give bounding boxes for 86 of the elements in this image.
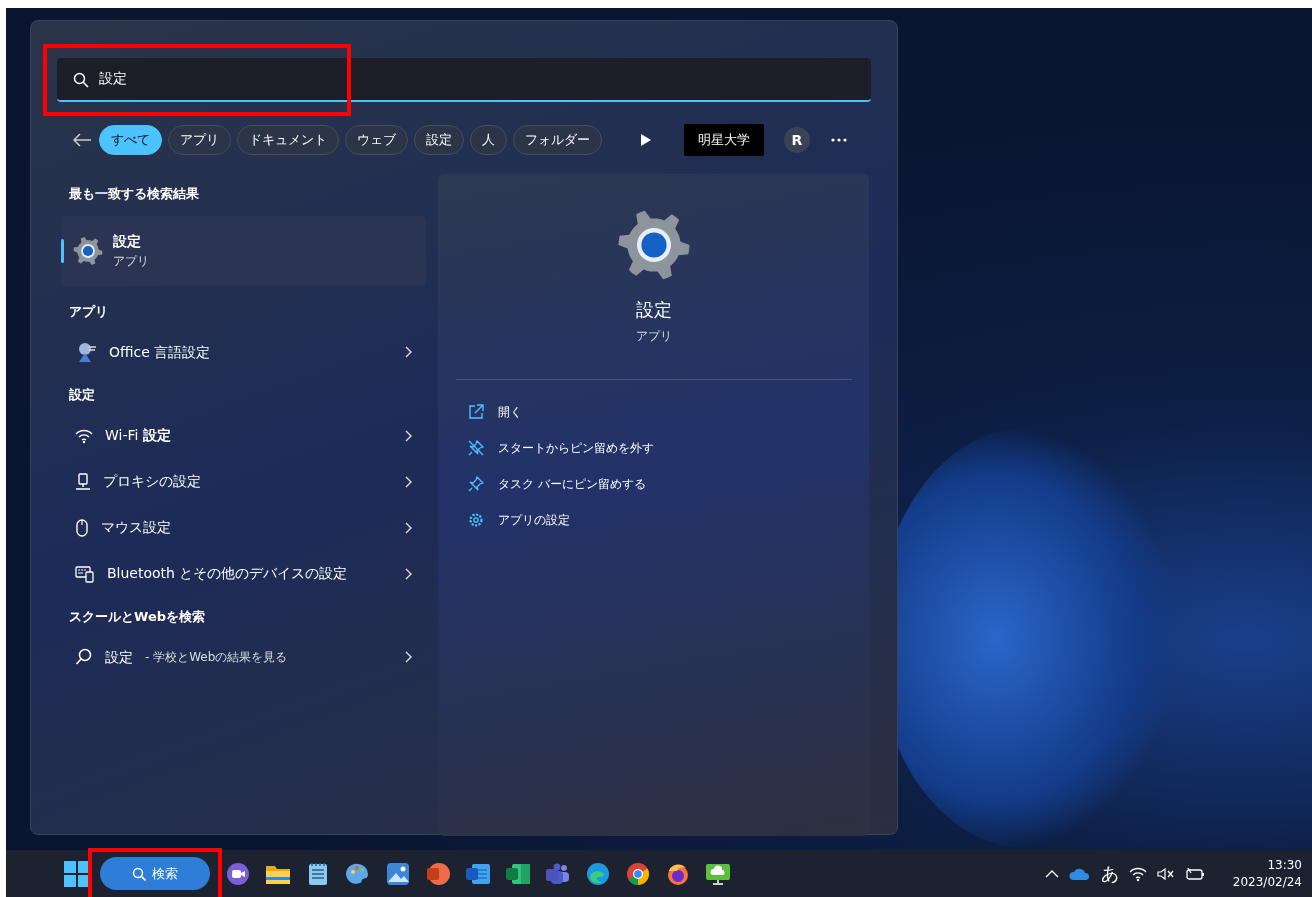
taskbar-search-button[interactable]: 検索 (100, 857, 210, 890)
action-link[interactable]: アプリの設定 (438, 502, 869, 538)
clock-date: 2023/02/24 (1232, 873, 1302, 890)
filter-tab[interactable]: アプリ (168, 125, 231, 155)
mouse-icon (75, 518, 89, 537)
notepad-icon[interactable] (308, 861, 328, 886)
result-label: プロキシの設定 (103, 472, 202, 491)
back-arrow-icon[interactable] (71, 132, 93, 148)
fox-browser-icon[interactable] (666, 861, 690, 886)
chevron-right-icon (404, 475, 412, 488)
gear-icon (73, 235, 103, 266)
detail-title: 設定 (635, 298, 672, 322)
action-label: 開く (498, 404, 522, 421)
circle-browser-icon[interactable] (626, 861, 650, 886)
section-heading: 最も一致する検索結果 (68, 185, 200, 203)
chevron-right-icon (404, 567, 412, 580)
result-subtitle: アプリ (113, 253, 149, 270)
spreadsheet-app-icon[interactable] (505, 861, 531, 886)
action-label: アプリの設定 (498, 512, 570, 529)
section-heading: アプリ (68, 302, 109, 321)
search-field[interactable]: 設定 (57, 58, 871, 102)
action-label: スタートからピン留めを外す (498, 440, 654, 457)
filter-tab[interactable]: ドキュメント (237, 125, 339, 155)
chevron-right-icon (404, 429, 412, 442)
clock-time: 13:30 (1266, 857, 1302, 874)
organization-badge[interactable]: 明星大学 (684, 124, 764, 156)
result-label: Bluetooth とその他のデバイスの設定 (107, 564, 349, 583)
best-match-result[interactable]: 設定 アプリ (61, 215, 426, 286)
gear-icon (468, 512, 484, 528)
pin-crossed-icon (468, 440, 484, 456)
result-hint: - 学校とWebの結果を見る (145, 649, 289, 666)
clock[interactable]: 13:30 2023/02/24 (1232, 857, 1302, 890)
filter-tab[interactable]: すべて (99, 125, 162, 155)
palette-icon[interactable] (346, 861, 370, 886)
wifi-icon[interactable] (1128, 865, 1147, 882)
chevron-right-icon (404, 651, 412, 663)
document-app-icon[interactable] (465, 861, 491, 886)
wifi-icon (75, 427, 93, 444)
search-result[interactable]: 設定 - 学校とWebの結果を見る (61, 634, 426, 680)
result-label: Office 言語設定 (109, 342, 212, 362)
start-icon[interactable] (64, 860, 90, 887)
gear-icon (616, 208, 691, 282)
people-app-icon[interactable] (545, 861, 571, 886)
search-result[interactable]: Office 言語設定 (61, 329, 426, 375)
section-heading: 設定 (68, 386, 96, 404)
search-icon (132, 866, 146, 881)
keyboard-phone-icon (75, 564, 95, 583)
result-label: Wi-Fi 設定 (105, 426, 172, 445)
search-icon (73, 72, 89, 88)
search-result[interactable]: Wi-Fi 設定 (61, 412, 426, 459)
chevron-up-icon[interactable] (1044, 869, 1059, 878)
filter-tab[interactable]: 人 (470, 125, 507, 155)
action-link[interactable]: タスク バーにピン留めする (438, 466, 869, 502)
search-result[interactable]: マウス設定 (61, 504, 426, 551)
action-link[interactable]: 開く (438, 394, 869, 430)
filter-tab[interactable]: 設定 (414, 125, 464, 155)
speaker-muted-icon[interactable] (1156, 866, 1175, 881)
detail-subtitle: アプリ (635, 328, 672, 345)
filter-tab[interactable]: フォルダー (513, 125, 602, 155)
presentation-app-icon[interactable] (425, 861, 451, 886)
result-title: 設定 (113, 232, 142, 251)
selection-indicator (61, 238, 64, 263)
cloud-icon[interactable] (1068, 867, 1091, 880)
result-label: マウス設定 (101, 518, 172, 537)
chevron-right-icon (404, 521, 412, 534)
chevron-right-icon (404, 346, 412, 358)
more-icon[interactable] (830, 137, 848, 143)
search-result[interactable]: プロキシの設定 (61, 458, 426, 505)
monitor-cloud-icon[interactable] (705, 861, 731, 886)
play-icon[interactable] (638, 133, 652, 147)
video-chat-icon[interactable] (226, 861, 250, 886)
photo-icon[interactable] (386, 861, 410, 886)
ime-indicator[interactable]: あ (1100, 860, 1119, 887)
monitor-stand-icon (75, 472, 91, 491)
account-avatar[interactable]: R (784, 127, 810, 153)
pin-icon (468, 476, 484, 492)
filter-tab[interactable]: ウェブ (345, 125, 408, 155)
search-icon (75, 648, 93, 666)
battery-plug-icon[interactable] (1184, 866, 1205, 881)
external-link-icon (468, 404, 484, 420)
section-heading: スクールとWebを検索 (68, 607, 206, 626)
wave-browser-icon[interactable] (586, 861, 610, 886)
search-result[interactable]: Bluetooth とその他のデバイスの設定 (61, 550, 426, 597)
result-label: 設定 (105, 647, 133, 667)
action-link[interactable]: スタートからピン留めを外す (438, 430, 869, 466)
action-label: タスク バーにピン留めする (498, 476, 646, 493)
